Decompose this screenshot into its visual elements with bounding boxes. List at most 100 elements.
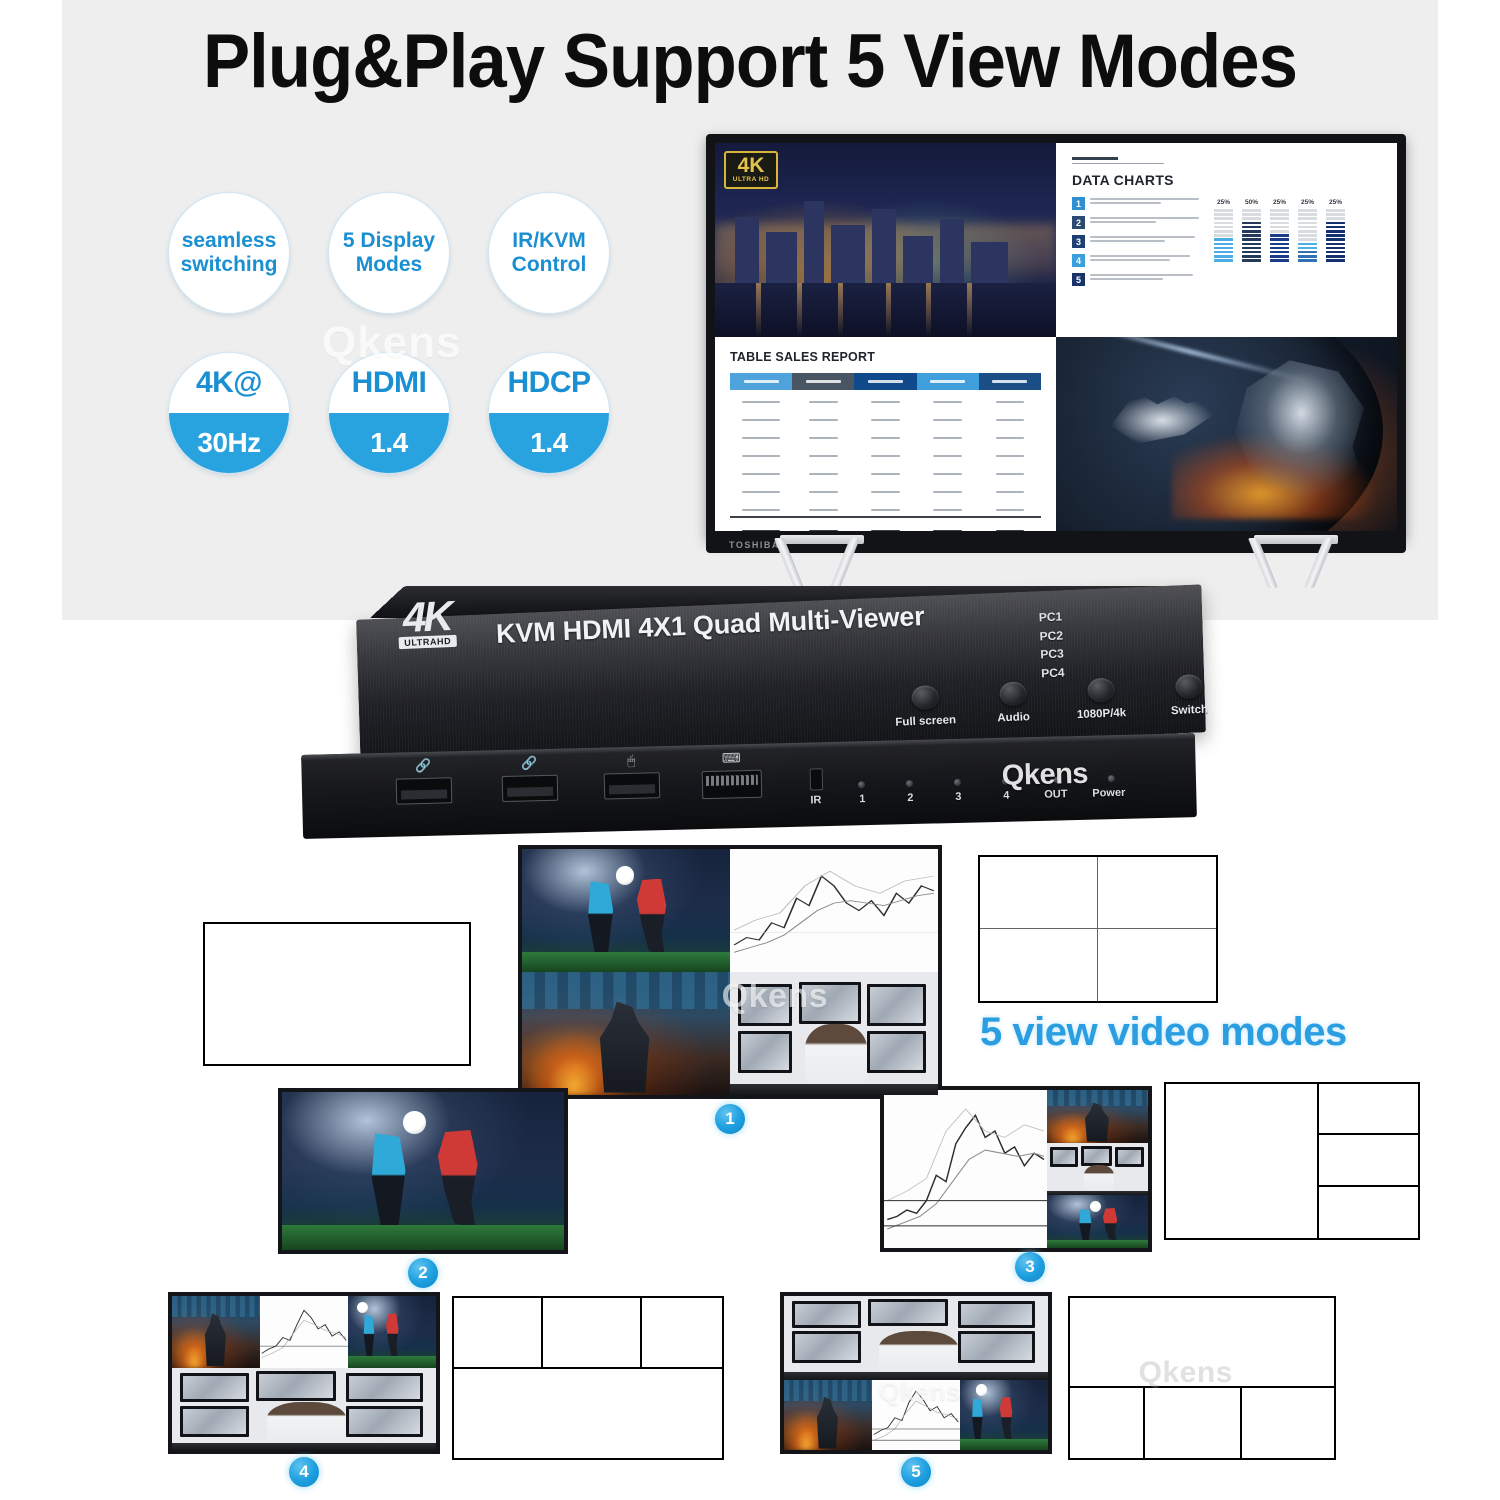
slide-rule [1072,163,1164,164]
pane-war-scene [1047,1090,1148,1143]
resolution-button[interactable]: 1080P/4k [1069,677,1133,722]
mode-4-layout-diagram [452,1296,724,1460]
pane-war-scene [784,1380,872,1450]
layout-cell [543,1298,642,1370]
bar-column: 25% [1214,199,1233,292]
layout-cell [454,1298,544,1370]
pc-label: PC1 [1038,609,1063,625]
badge-resolution: 4K@ 30Hz [168,352,290,474]
status-led [953,778,962,786]
mode-3-screen-preview [880,1086,1152,1252]
usb-port-2[interactable] [501,774,559,803]
pane-soccer [1047,1195,1148,1248]
layout-cell [1319,1187,1418,1238]
slide-kicker-bar [1072,157,1118,160]
table-row [730,426,1041,444]
mode-number-1: 1 [715,1104,745,1134]
slide-title: DATA CHARTS [1072,172,1174,188]
slide-bar-chart: 25% 50% 25% 25% 25% [1214,197,1345,292]
bar-column: 25% [1326,199,1345,292]
device-pc-indicator-labels: PC1 PC2 PC3 PC4 [1038,608,1065,683]
badge-label: IR/KVM Control [511,229,587,276]
badge-bottom: 1.4 [329,413,449,473]
mode-2-screen-preview [278,1088,568,1254]
layout-cell [1242,1388,1334,1458]
page-title: Plug&Play Support 5 View Modes [202,19,1298,104]
tv-quadrant-sales-table: TABLE SALES REPORT [715,337,1056,531]
table-header-cell [916,373,979,390]
pane-control-room [784,1296,1048,1380]
table-header-cell [792,373,855,390]
mode-5-screen-preview: Qkens [780,1292,1052,1454]
table-row [730,498,1041,517]
usb-port-1[interactable] [395,777,453,805]
device-4k-value: 4K [401,591,452,641]
usb-icon: 🔗 [521,755,538,771]
bar-column: 50% [1242,199,1261,292]
layout-cell [454,1369,722,1458]
pc-label: PC2 [1039,628,1064,644]
badge-ir-kvm-control: IR/KVM Control [488,192,610,314]
table-title: TABLE SALES REPORT [730,350,876,364]
mode-4-screen-preview [168,1292,440,1454]
mode-number-2: 2 [408,1258,438,1288]
table-row [730,462,1041,480]
pane-control-room [1047,1142,1148,1196]
button-knob[interactable] [910,684,939,711]
layout-cell [1098,929,1216,1001]
layout-cell [980,857,1098,929]
poster-canvas: Plug&Play Support 5 View Modes seamless s… [0,0,1500,1500]
badge-bottom: 30Hz [169,413,289,473]
front-label-2: 2 [907,791,914,805]
pane-soccer [282,1092,564,1250]
button-label: Switch [1170,703,1209,718]
layout-cell [1070,1388,1145,1458]
status-led [905,779,914,788]
ir-receiver-slot [809,768,824,791]
mode-5-layout-diagram: Qkens [1068,1296,1336,1460]
mode-number-3: 3 [1015,1252,1045,1282]
table-header-cell [730,373,793,390]
tv-screen: 4K ULTRA HD DATA CHARTS 1 2 3 4 5 25% 50… [715,143,1397,531]
bar-column: 25% [1298,199,1317,292]
list-item: 5 [1072,273,1204,286]
modes-heading: 5 view video modes [980,1010,1347,1054]
sales-table [730,373,1041,531]
usb-icon: 🔗 [415,757,432,774]
audio-button[interactable]: Audio [981,681,1045,726]
pane-control-room [730,972,938,1095]
mouse-port[interactable] [603,772,661,800]
table-row [730,408,1041,426]
button-knob[interactable] [1086,677,1115,703]
mode-1-layout-diagram [978,855,1218,1003]
table-header-row [730,373,1041,390]
badge-seamless-switching: seamless switching [168,192,290,314]
mode-2-layout-diagram [203,922,471,1066]
layout-cell [641,1298,722,1370]
table-header-cell [978,373,1041,390]
badge-bottom: 1.4 [489,413,609,473]
layout-cell [1070,1298,1334,1389]
pane-control-room [172,1367,436,1450]
pane-soccer [960,1380,1048,1450]
power-led [1107,775,1116,783]
layout-cell [980,929,1098,1001]
front-label-ir: IR [810,794,822,807]
device-brand-label: Qkens [1001,757,1089,792]
front-label-1: 1 [859,793,866,806]
bar-column: 25% [1270,199,1289,292]
list-item: 1 [1072,197,1204,210]
badge-top: HDCP [489,353,609,413]
table-header-cell [854,373,917,390]
button-knob[interactable] [1174,673,1203,700]
table-row [730,390,1041,408]
table-total-row [730,516,1041,531]
switch-button[interactable]: Switch [1157,673,1221,718]
uhd-4k-badge: 4K ULTRA HD [724,151,778,189]
keyboard-port[interactable] [701,769,763,800]
button-knob[interactable] [998,681,1027,707]
table-row [730,444,1041,462]
full-screen-button[interactable]: Full screen [893,684,957,729]
slide-bullet-list: 1 2 3 4 5 [1072,197,1204,292]
tv-quadrant-space-warrior [1056,337,1397,531]
